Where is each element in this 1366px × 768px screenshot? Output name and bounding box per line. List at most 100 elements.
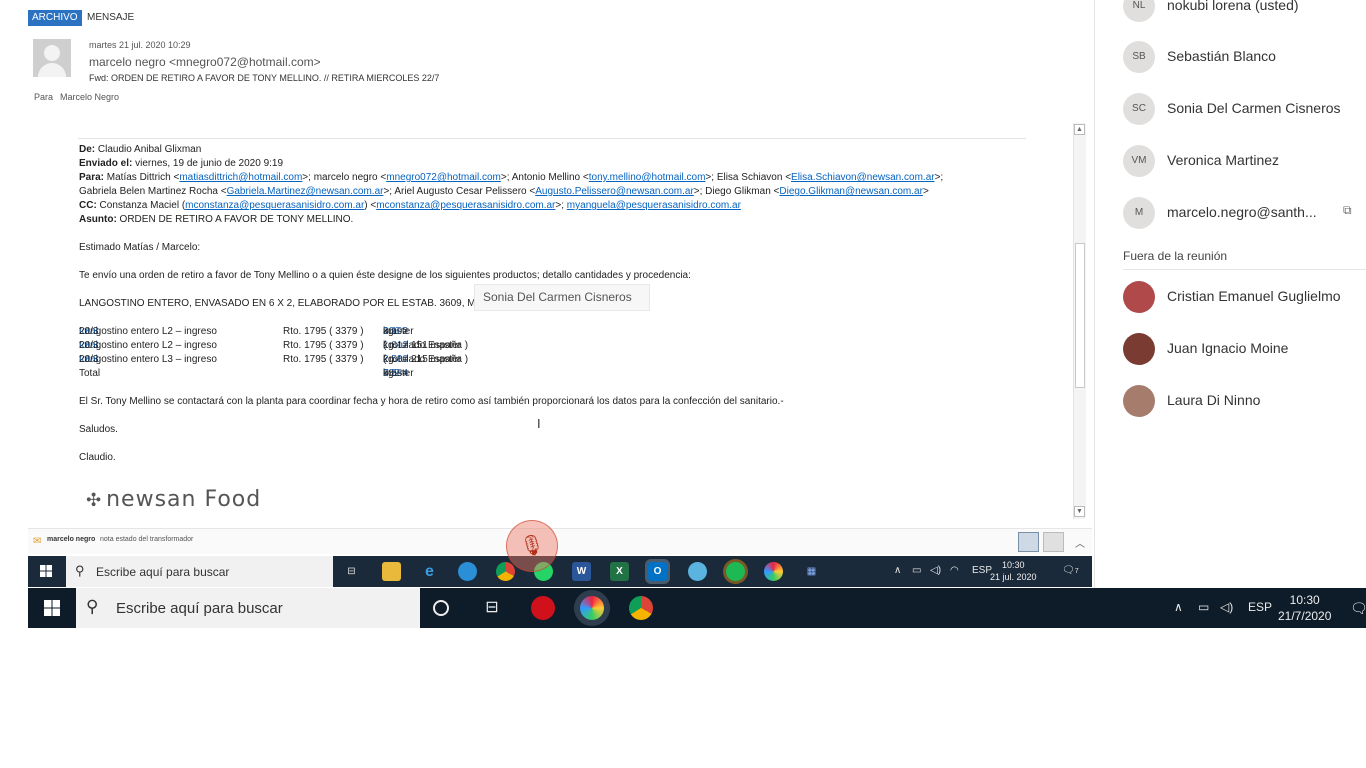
email-link[interactable]: matiasdittrich@hotmail.com	[179, 172, 302, 183]
email-link[interactable]: mnegro072@hotmail.com	[386, 172, 501, 183]
header-enviado: Enviado el: viernes, 19 de junio de 2020…	[79, 158, 284, 169]
opera-icon[interactable]	[531, 596, 555, 620]
people-pane-bar: ✉ marcelo negro nota estado del transfor…	[28, 528, 1092, 554]
local-search-box[interactable]: ⚲ Escribe aquí para buscar	[76, 588, 420, 628]
table-row: Langostino entero L2 – ingreso total 20/…	[79, 326, 414, 337]
message-subject: Fwd: ORDEN DE RETIRO A FAVOR DE TONY MEL…	[89, 73, 440, 83]
newsan-food-logo: ✣ newsan Food	[86, 487, 262, 512]
chrome-icon[interactable]	[496, 562, 515, 581]
email-link[interactable]: mconstanza@pesquerasanisidro.com.ar	[376, 200, 555, 211]
participant-row[interactable]: SC Sonia Del Carmen Cisneros	[1123, 93, 1366, 125]
ribbon-tab-archivo[interactable]: ARCHIVO	[28, 10, 82, 26]
file-explorer-icon[interactable]	[382, 562, 401, 581]
email-link[interactable]: Augusto.Pelissero@newsan.com.ar	[535, 186, 694, 197]
avatar: SB	[1123, 41, 1155, 73]
header-para-2: Gabriela Belen Martinez Rocha <Gabriela.…	[79, 186, 929, 197]
chevron-up-icon[interactable]: ∧	[894, 565, 901, 576]
chevron-up-icon[interactable]: ︿	[1075, 535, 1085, 550]
remote-clock[interactable]: 10:30 21 jul. 2020	[990, 559, 1037, 583]
scroll-thumb[interactable]	[1075, 243, 1085, 388]
avatar: M	[1123, 197, 1155, 229]
remote-search-placeholder: Escribe aquí para buscar	[96, 565, 230, 579]
message-date: martes 21 jul. 2020 10:29	[89, 40, 191, 50]
local-search-placeholder: Escribe aquí para buscar	[116, 600, 283, 617]
grid-app-icon[interactable]: ▦	[802, 562, 821, 581]
participant-name: Juan Ignacio Moine	[1167, 340, 1289, 356]
person-icon[interactable]	[1018, 532, 1039, 552]
header-para-1: Para: Matías Dittrich <matiasdittrich@ho…	[79, 172, 944, 183]
participant-name: Cristian Emanuel Guglielmo	[1167, 288, 1341, 304]
email-link[interactable]: tony.mellino@hotmail.com	[589, 172, 706, 183]
participant-row[interactable]: VM Veronica Martinez	[1123, 145, 1366, 177]
remote-taskbar: ⚲ Escribe aquí para buscar ⊟ e W X O ▦ ∧…	[28, 556, 1092, 587]
app-color-icon[interactable]	[580, 596, 604, 620]
task-view-icon[interactable]: ⊟	[342, 562, 361, 581]
word-icon[interactable]: W	[572, 562, 591, 581]
body-divider	[78, 138, 1026, 139]
internet-explorer-icon[interactable]: e	[420, 562, 439, 581]
participant-row[interactable]: Laura Di Ninno	[1123, 385, 1366, 417]
to-value[interactable]: Marcelo Negro	[60, 92, 119, 102]
header-cc: CC: Constanza Maciel (mconstanza@pesquer…	[79, 200, 741, 211]
participant-row[interactable]: Cristian Emanuel Guglielmo	[1123, 281, 1366, 313]
scroll-down-icon[interactable]: ▼	[1074, 506, 1085, 517]
greeting: Estimado Matías / Marcelo:	[79, 242, 201, 253]
participant-row[interactable]: Juan Ignacio Moine	[1123, 333, 1366, 365]
table-row: Langostino entero L2 – ingreso total 20/…	[79, 340, 469, 351]
scroll-up-icon[interactable]: ▲	[1074, 124, 1085, 135]
participant-row[interactable]: NL nokubi lorena (usted)	[1123, 0, 1366, 22]
volume-icon[interactable]: ◁)	[1220, 600, 1233, 614]
intro-paragraph: Te envío una orden de retiro a favor de …	[79, 270, 691, 281]
person-icon[interactable]	[1043, 532, 1064, 552]
notification-icon[interactable]: 🗨	[1350, 600, 1366, 617]
email-link[interactable]: Elisa.Schiavon@newsan.com.ar	[791, 172, 935, 183]
table-total-row: Total 7.584 kg.- = 632 master	[79, 368, 414, 379]
message-from[interactable]: marcelo negro <mnegro072@hotmail.com>	[89, 55, 321, 69]
app-color-icon[interactable]	[764, 562, 783, 581]
battery-icon[interactable]: ▭	[912, 565, 921, 576]
ribbon-tab-mensaje[interactable]: MENSAJE	[83, 10, 138, 26]
excel-icon[interactable]: X	[610, 562, 629, 581]
chevron-up-icon[interactable]: ∧	[1174, 600, 1183, 614]
participant-row[interactable]: SB Sebastián Blanco	[1123, 41, 1366, 73]
avatar	[1123, 385, 1155, 417]
text-cursor-icon: I	[537, 416, 541, 431]
participant-tooltip: Sonia Del Carmen Cisneros	[474, 284, 650, 311]
header-de: De: Claudio Anibal Glixman	[79, 144, 202, 155]
spotify-icon[interactable]	[726, 562, 745, 581]
language-indicator[interactable]: ESP	[972, 565, 992, 576]
status-sender[interactable]: marcelo negro	[47, 536, 95, 543]
notification-icon[interactable]: 🗨7	[1062, 565, 1079, 576]
participant-row[interactable]: M marcelo.negro@santh... ⧉	[1123, 197, 1366, 229]
search-icon: ⚲	[86, 597, 99, 616]
outlook-icon[interactable]: O	[648, 562, 667, 581]
wifi-icon[interactable]: ◠	[950, 565, 959, 576]
language-indicator[interactable]: ESP	[1248, 600, 1272, 614]
app-icon[interactable]	[688, 562, 707, 581]
email-link[interactable]: myanguela@pesquerasanisidro.com.ar	[567, 200, 741, 211]
search-icon: ⚲	[75, 563, 85, 578]
edge-icon[interactable]	[458, 562, 477, 581]
muted-mic-icon[interactable]: 🎙	[506, 520, 558, 572]
battery-icon[interactable]: ▭	[1198, 600, 1209, 614]
windows-start-icon[interactable]	[40, 565, 52, 577]
sender-avatar	[33, 39, 71, 77]
volume-icon[interactable]: ◁)	[930, 565, 941, 576]
task-view-icon[interactable]: ⊟	[480, 596, 504, 620]
copy-icon[interactable]: ⧉	[1343, 203, 1352, 218]
email-link[interactable]: Diego.Glikman@newsan.com.ar	[779, 186, 923, 197]
local-taskbar: ⚲ Escribe aquí para buscar ⊟ ∧ ▭ ◁) ESP …	[28, 588, 1366, 628]
status-preview: nota estado del transformador	[100, 536, 194, 543]
avatar	[1123, 333, 1155, 365]
chrome-icon[interactable]	[629, 596, 653, 620]
avatar: VM	[1123, 145, 1155, 177]
participant-name: Sebastián Blanco	[1167, 48, 1276, 64]
local-clock[interactable]: 10:30 21/7/2020	[1278, 592, 1331, 624]
avatar	[1123, 281, 1155, 313]
envelope-icon: ✉	[33, 536, 42, 547]
remote-search-box[interactable]: ⚲ Escribe aquí para buscar	[66, 556, 333, 587]
windows-start-icon[interactable]	[44, 600, 60, 616]
email-link[interactable]: Gabriela.Martinez@newsan.com.ar	[227, 186, 384, 197]
email-link[interactable]: mconstanza@pesquerasanisidro.com.ar	[185, 200, 364, 211]
cortana-icon[interactable]	[433, 600, 449, 616]
